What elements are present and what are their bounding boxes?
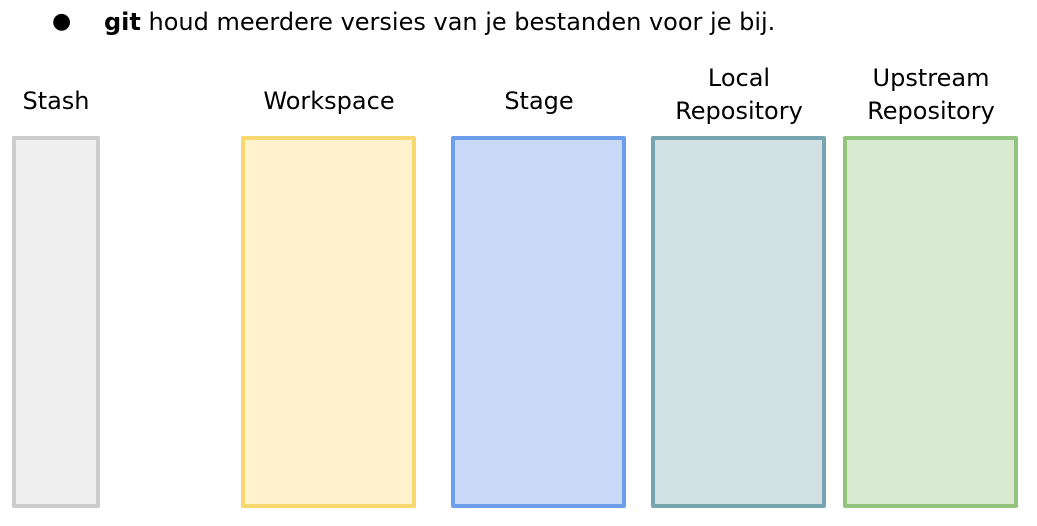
- intro-text: git houd meerdere versies van je bestand…: [104, 4, 775, 40]
- workspace-area: [241, 136, 416, 508]
- upstream-repository-area: [843, 136, 1018, 508]
- bullet-marker: ●: [52, 9, 72, 34]
- local-repository-label: Local Repository: [675, 64, 803, 125]
- stage-label: Stage: [504, 87, 574, 115]
- local-repository-area: [651, 136, 826, 508]
- git-keyword: git: [104, 8, 141, 36]
- stash-label: Stash: [22, 87, 90, 115]
- upstream-repository-label: Upstream Repository: [867, 64, 995, 125]
- stage-area: [451, 136, 626, 508]
- intro-rest: houd meerdere versies van je bestanden v…: [140, 8, 776, 36]
- stash-area: [12, 136, 100, 508]
- workspace-label: Workspace: [263, 87, 395, 115]
